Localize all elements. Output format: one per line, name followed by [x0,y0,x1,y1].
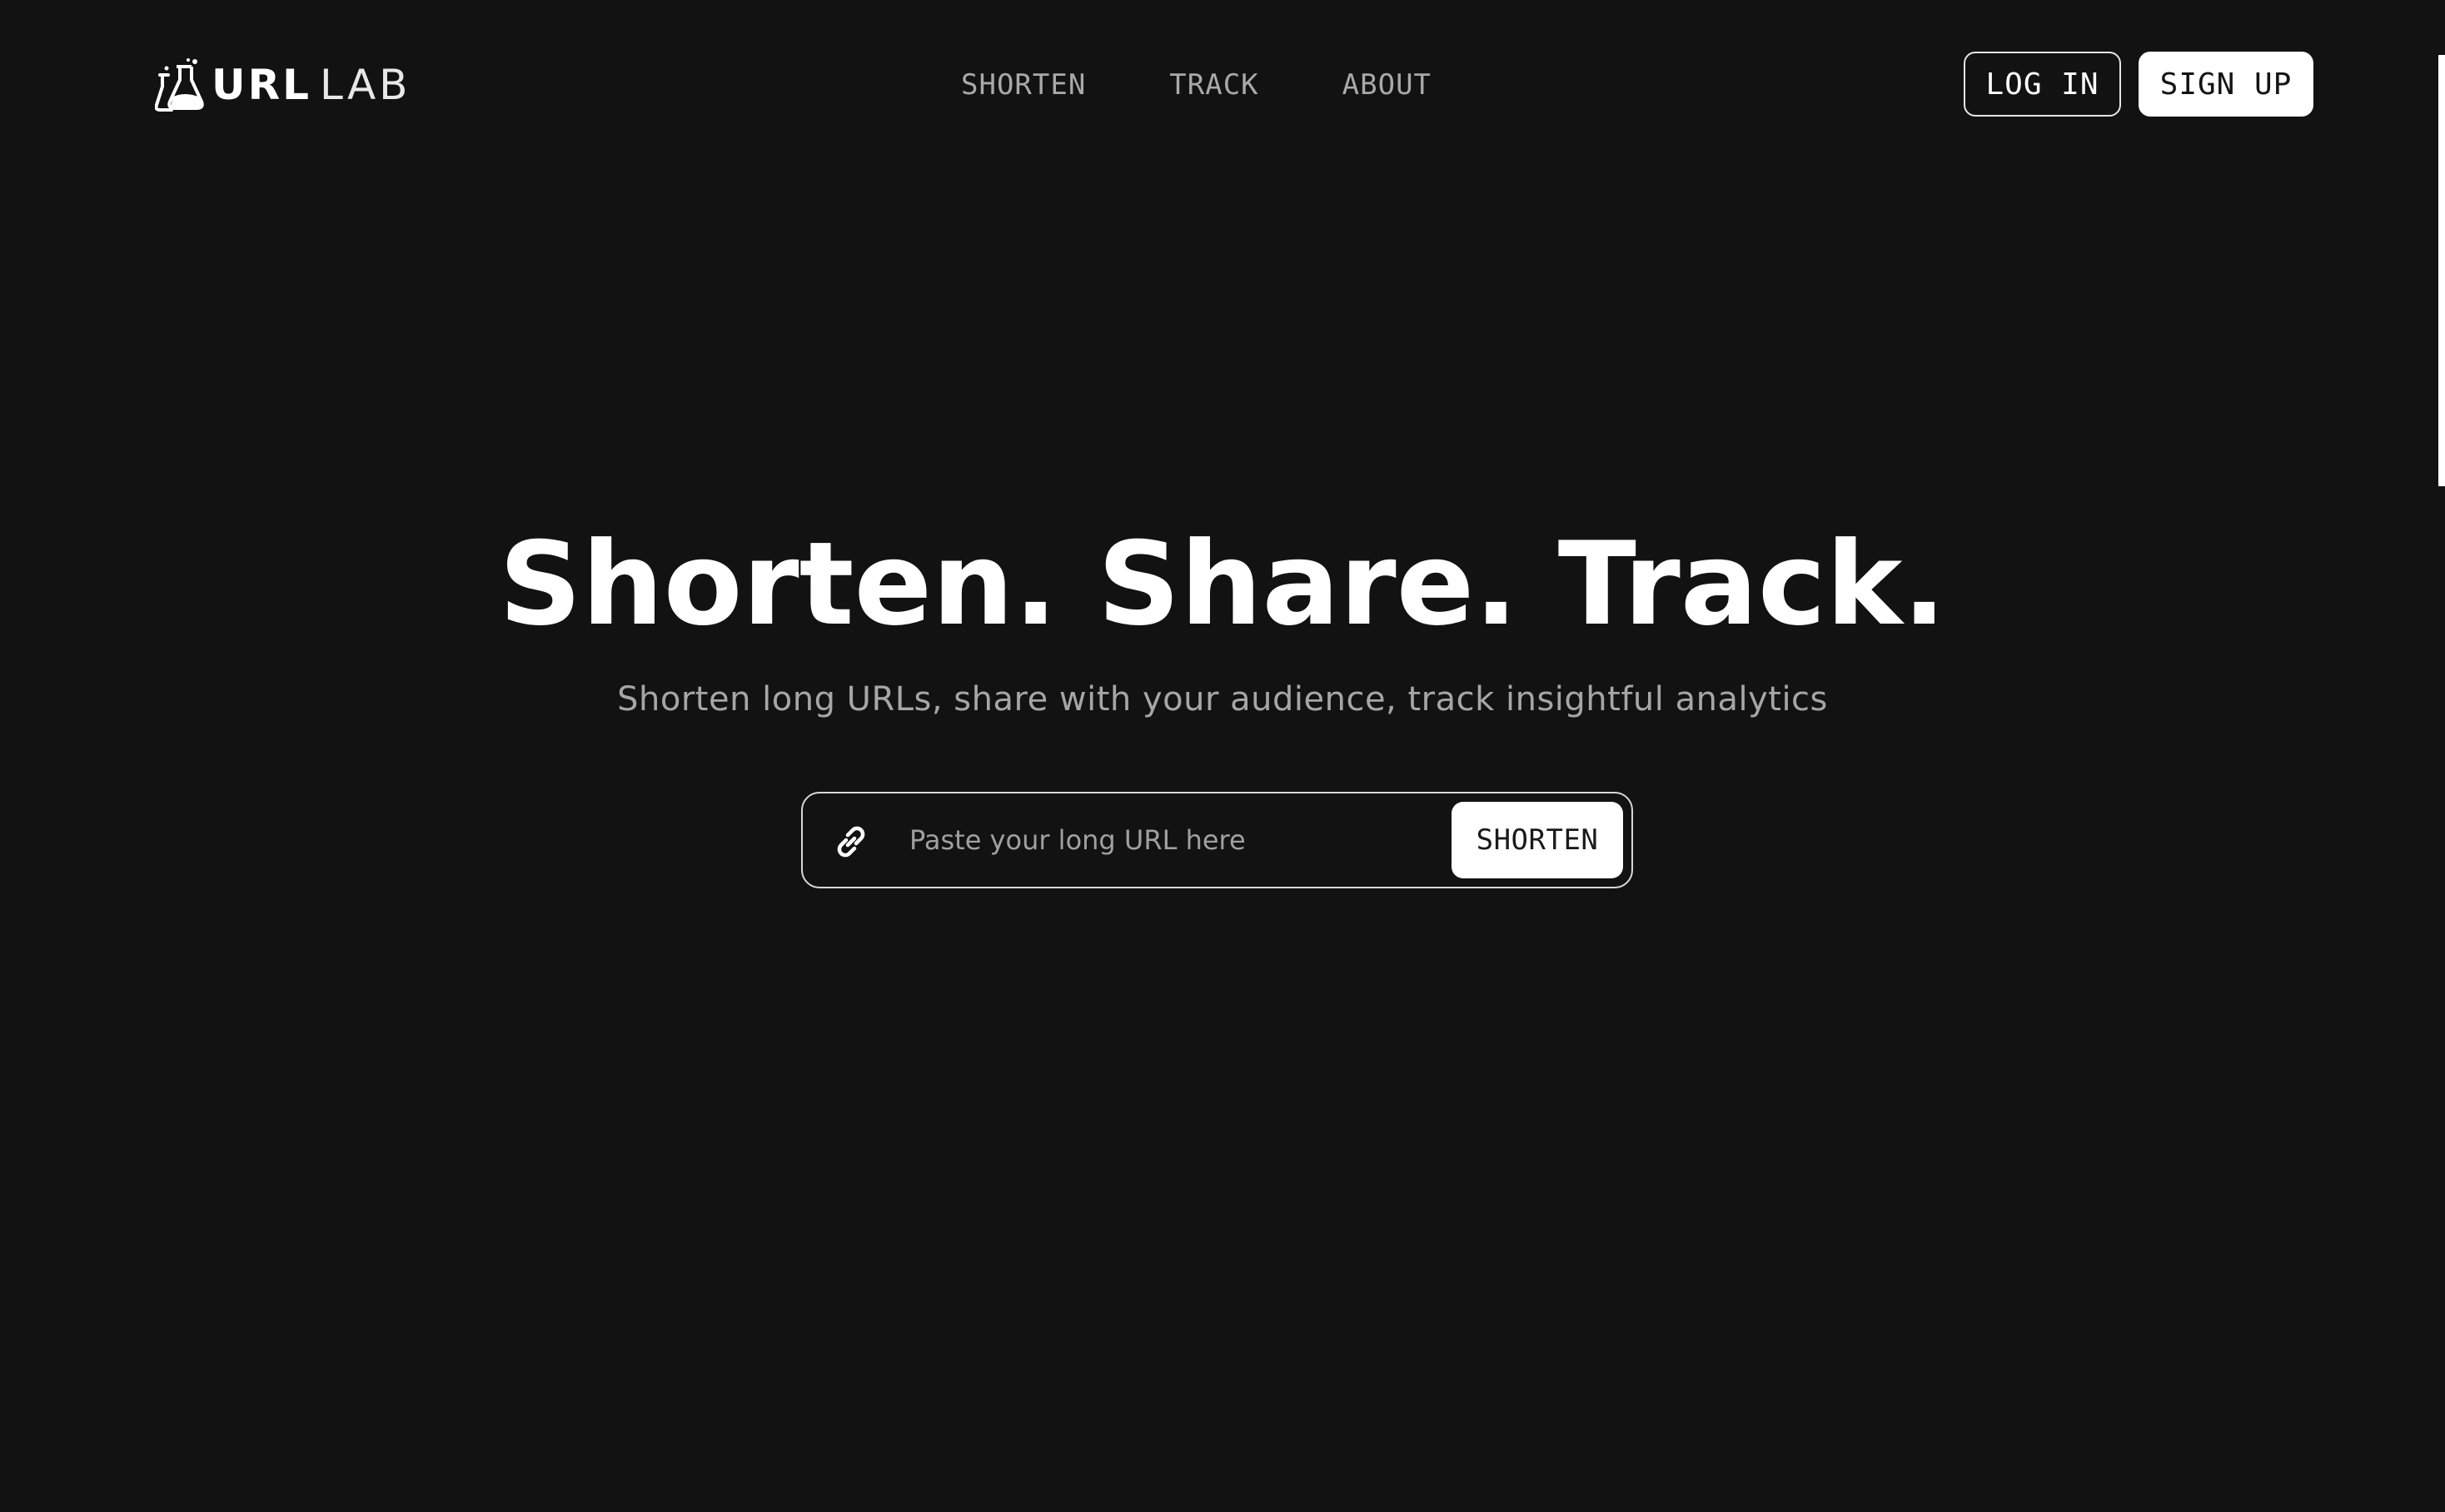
nav-link-track[interactable]: TRACK [1169,68,1258,102]
logo-link[interactable]: URL LAB [155,58,411,112]
url-input[interactable] [909,810,1376,870]
nav-link-shorten[interactable]: SHORTEN [961,68,1086,102]
scrollbar-thumb[interactable] [2438,55,2445,486]
login-button[interactable]: LOG IN [1964,52,2121,117]
link-icon [837,826,865,858]
hero-title: Shorten. Share. Track. [499,517,1946,651]
nav-link-about[interactable]: ABOUT [1342,68,1432,102]
logo-text: URL LAB [212,58,411,112]
main-nav: SHORTEN TRACK ABOUT [961,63,1432,107]
shorten-form: SHORTEN [801,792,1633,888]
signup-button[interactable]: SIGN UP [2139,52,2313,117]
flask-icon [155,58,204,112]
page: URL LAB SHORTEN TRACK ABOUT LOG IN SIGN … [0,0,2445,1512]
shorten-submit-button[interactable]: SHORTEN [1452,802,1623,878]
logo-text-light: LAB [319,61,411,109]
logo-text-bold: URL [212,61,311,109]
hero-subtitle: Shorten long URLs, share with your audie… [617,680,1828,719]
